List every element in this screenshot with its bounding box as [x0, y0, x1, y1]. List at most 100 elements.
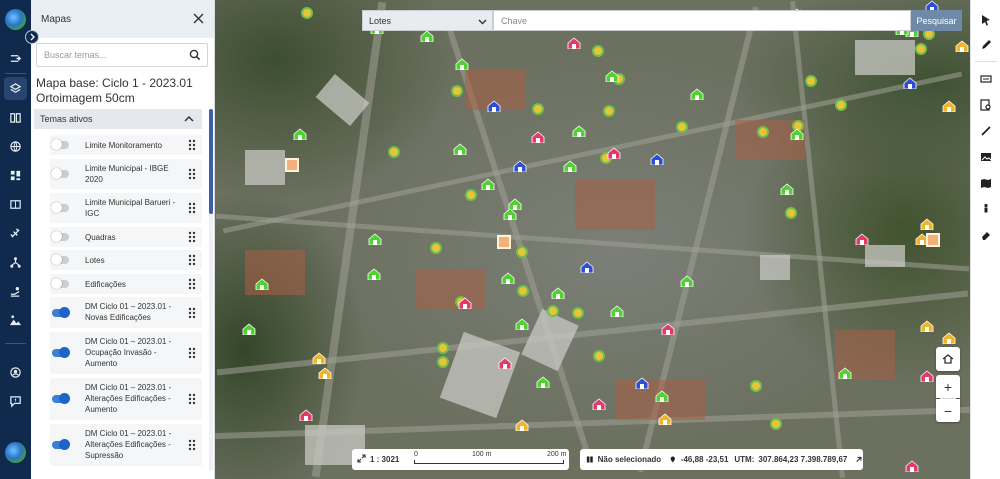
building-suppression-marker[interactable]	[903, 77, 917, 89]
layer-row[interactable]: DM Ciclo 01 – 2023.01 - Alterações Edifi…	[50, 424, 202, 466]
edit-line-icon[interactable]	[978, 123, 994, 139]
new-building-marker[interactable]	[368, 233, 382, 245]
drag-handle-icon[interactable]	[188, 254, 196, 266]
alteration-marker[interactable]	[757, 126, 769, 138]
invasion-marker[interactable]	[498, 357, 512, 369]
building-suppression-marker[interactable]	[580, 261, 594, 273]
invasion-marker[interactable]	[855, 233, 869, 245]
new-building-marker[interactable]	[367, 268, 381, 280]
new-building-marker[interactable]	[610, 305, 624, 317]
invasion-marker[interactable]	[299, 409, 313, 421]
eraser-icon[interactable]	[978, 227, 994, 243]
alteration-increase-marker[interactable]	[920, 320, 934, 332]
new-building-marker[interactable]	[838, 367, 852, 379]
invasion-marker[interactable]	[567, 37, 581, 49]
search-icon[interactable]	[189, 49, 201, 61]
zoom-in-button[interactable]: +	[936, 375, 960, 398]
alteration-increase-marker[interactable]	[920, 218, 934, 230]
drag-handle-icon[interactable]	[188, 393, 196, 405]
new-building-marker[interactable]	[420, 30, 434, 42]
building-suppression-marker[interactable]	[487, 100, 501, 112]
alteration-marker[interactable]	[451, 85, 463, 97]
map-icon[interactable]	[978, 175, 994, 191]
drag-handle-icon[interactable]	[188, 202, 196, 214]
map-search-icon[interactable]	[978, 97, 994, 113]
new-building-marker[interactable]	[515, 318, 529, 330]
building-suppression-marker[interactable]	[635, 377, 649, 389]
alteration-marker[interactable]	[517, 285, 529, 297]
layer-row[interactable]: Limite Municipal Barueri - IGC	[50, 193, 202, 223]
book-icon[interactable]	[4, 106, 27, 129]
building-suppression-marker[interactable]	[513, 160, 527, 172]
globe-icon[interactable]	[4, 135, 27, 158]
theme-search-input[interactable]: Buscar temas...	[36, 43, 208, 67]
drag-handle-icon[interactable]	[188, 231, 196, 243]
layer-toggle[interactable]	[51, 254, 69, 265]
alteration-marker[interactable]	[770, 418, 782, 430]
alteration-marker[interactable]	[750, 380, 762, 392]
new-building-marker[interactable]	[572, 125, 586, 137]
new-building-marker[interactable]	[293, 128, 307, 140]
layer-row[interactable]: Edificações	[50, 274, 202, 294]
layer-toggle[interactable]	[51, 139, 69, 150]
layer-row[interactable]: Limite Municipal - IBGE 2020	[50, 159, 202, 189]
alteration-marker[interactable]	[532, 103, 544, 115]
new-building-marker[interactable]	[605, 70, 619, 82]
keyboard-icon[interactable]	[978, 71, 994, 87]
drag-handle-icon[interactable]	[188, 347, 196, 359]
layer-toggle[interactable]	[51, 231, 69, 242]
new-building-marker[interactable]	[453, 143, 467, 155]
alteration-marker[interactable]	[592, 45, 604, 57]
collapse-panel-button[interactable]	[25, 30, 39, 44]
invasion-marker[interactable]	[905, 460, 919, 472]
layer-toggle[interactable]	[51, 202, 69, 213]
layers-icon[interactable]	[4, 77, 27, 100]
drag-handle-icon[interactable]	[188, 439, 196, 451]
layer-toggle[interactable]	[51, 278, 69, 289]
alteration-increase-marker[interactable]	[312, 352, 326, 364]
new-building-marker[interactable]	[455, 58, 469, 70]
panel-scrollbar[interactable]	[209, 109, 213, 471]
active-themes-header[interactable]: Temas ativos	[34, 109, 202, 129]
alteration-increase-marker[interactable]	[955, 40, 969, 52]
new-building-marker[interactable]	[780, 183, 794, 195]
invasion-marker[interactable]	[607, 147, 621, 159]
layer-toggle[interactable]	[52, 439, 70, 450]
close-icon[interactable]	[193, 13, 204, 24]
layer-toggle[interactable]	[52, 393, 70, 404]
new-building-marker[interactable]	[508, 198, 522, 210]
alteration-marker[interactable]	[430, 242, 442, 254]
alteration-marker[interactable]	[301, 7, 313, 19]
app-logo-icon[interactable]	[5, 9, 26, 30]
drag-handle-icon[interactable]	[188, 307, 196, 319]
invasion-marker[interactable]	[458, 297, 472, 309]
scrollbar-thumb[interactable]	[209, 109, 213, 214]
map-canvas[interactable]	[215, 0, 970, 479]
new-building-marker[interactable]	[242, 323, 256, 335]
layer-row[interactable]: Lotes	[50, 250, 202, 270]
new-building-marker[interactable]	[551, 287, 565, 299]
search-button[interactable]: Pesquisar	[911, 10, 962, 31]
zoom-out-button[interactable]: −	[936, 399, 960, 422]
feedback-icon[interactable]	[4, 390, 27, 413]
street-view-icon[interactable]	[978, 201, 994, 217]
satellite-icon[interactable]	[4, 222, 27, 245]
alteration-marker[interactable]	[547, 305, 559, 317]
alteration-marker[interactable]	[516, 246, 528, 258]
alteration-marker[interactable]	[915, 43, 927, 55]
app-logo-bottom-icon[interactable]	[5, 442, 26, 463]
menu-expand-icon[interactable]	[4, 47, 27, 70]
new-building-marker[interactable]	[655, 390, 669, 402]
alteration-increase-marker[interactable]	[942, 100, 956, 112]
alteration-marker[interactable]	[465, 189, 477, 201]
new-building-marker[interactable]	[481, 178, 495, 190]
invasion-marker[interactable]	[592, 398, 606, 410]
new-building-marker[interactable]	[690, 88, 704, 100]
lot-highlight-marker[interactable]	[285, 158, 299, 172]
alteration-increase-marker[interactable]	[318, 367, 332, 379]
alteration-increase-marker[interactable]	[942, 332, 956, 344]
alteration-increase-marker[interactable]	[515, 419, 529, 431]
alteration-marker[interactable]	[572, 307, 584, 319]
network-icon[interactable]	[4, 251, 27, 274]
invasion-marker[interactable]	[920, 370, 934, 382]
